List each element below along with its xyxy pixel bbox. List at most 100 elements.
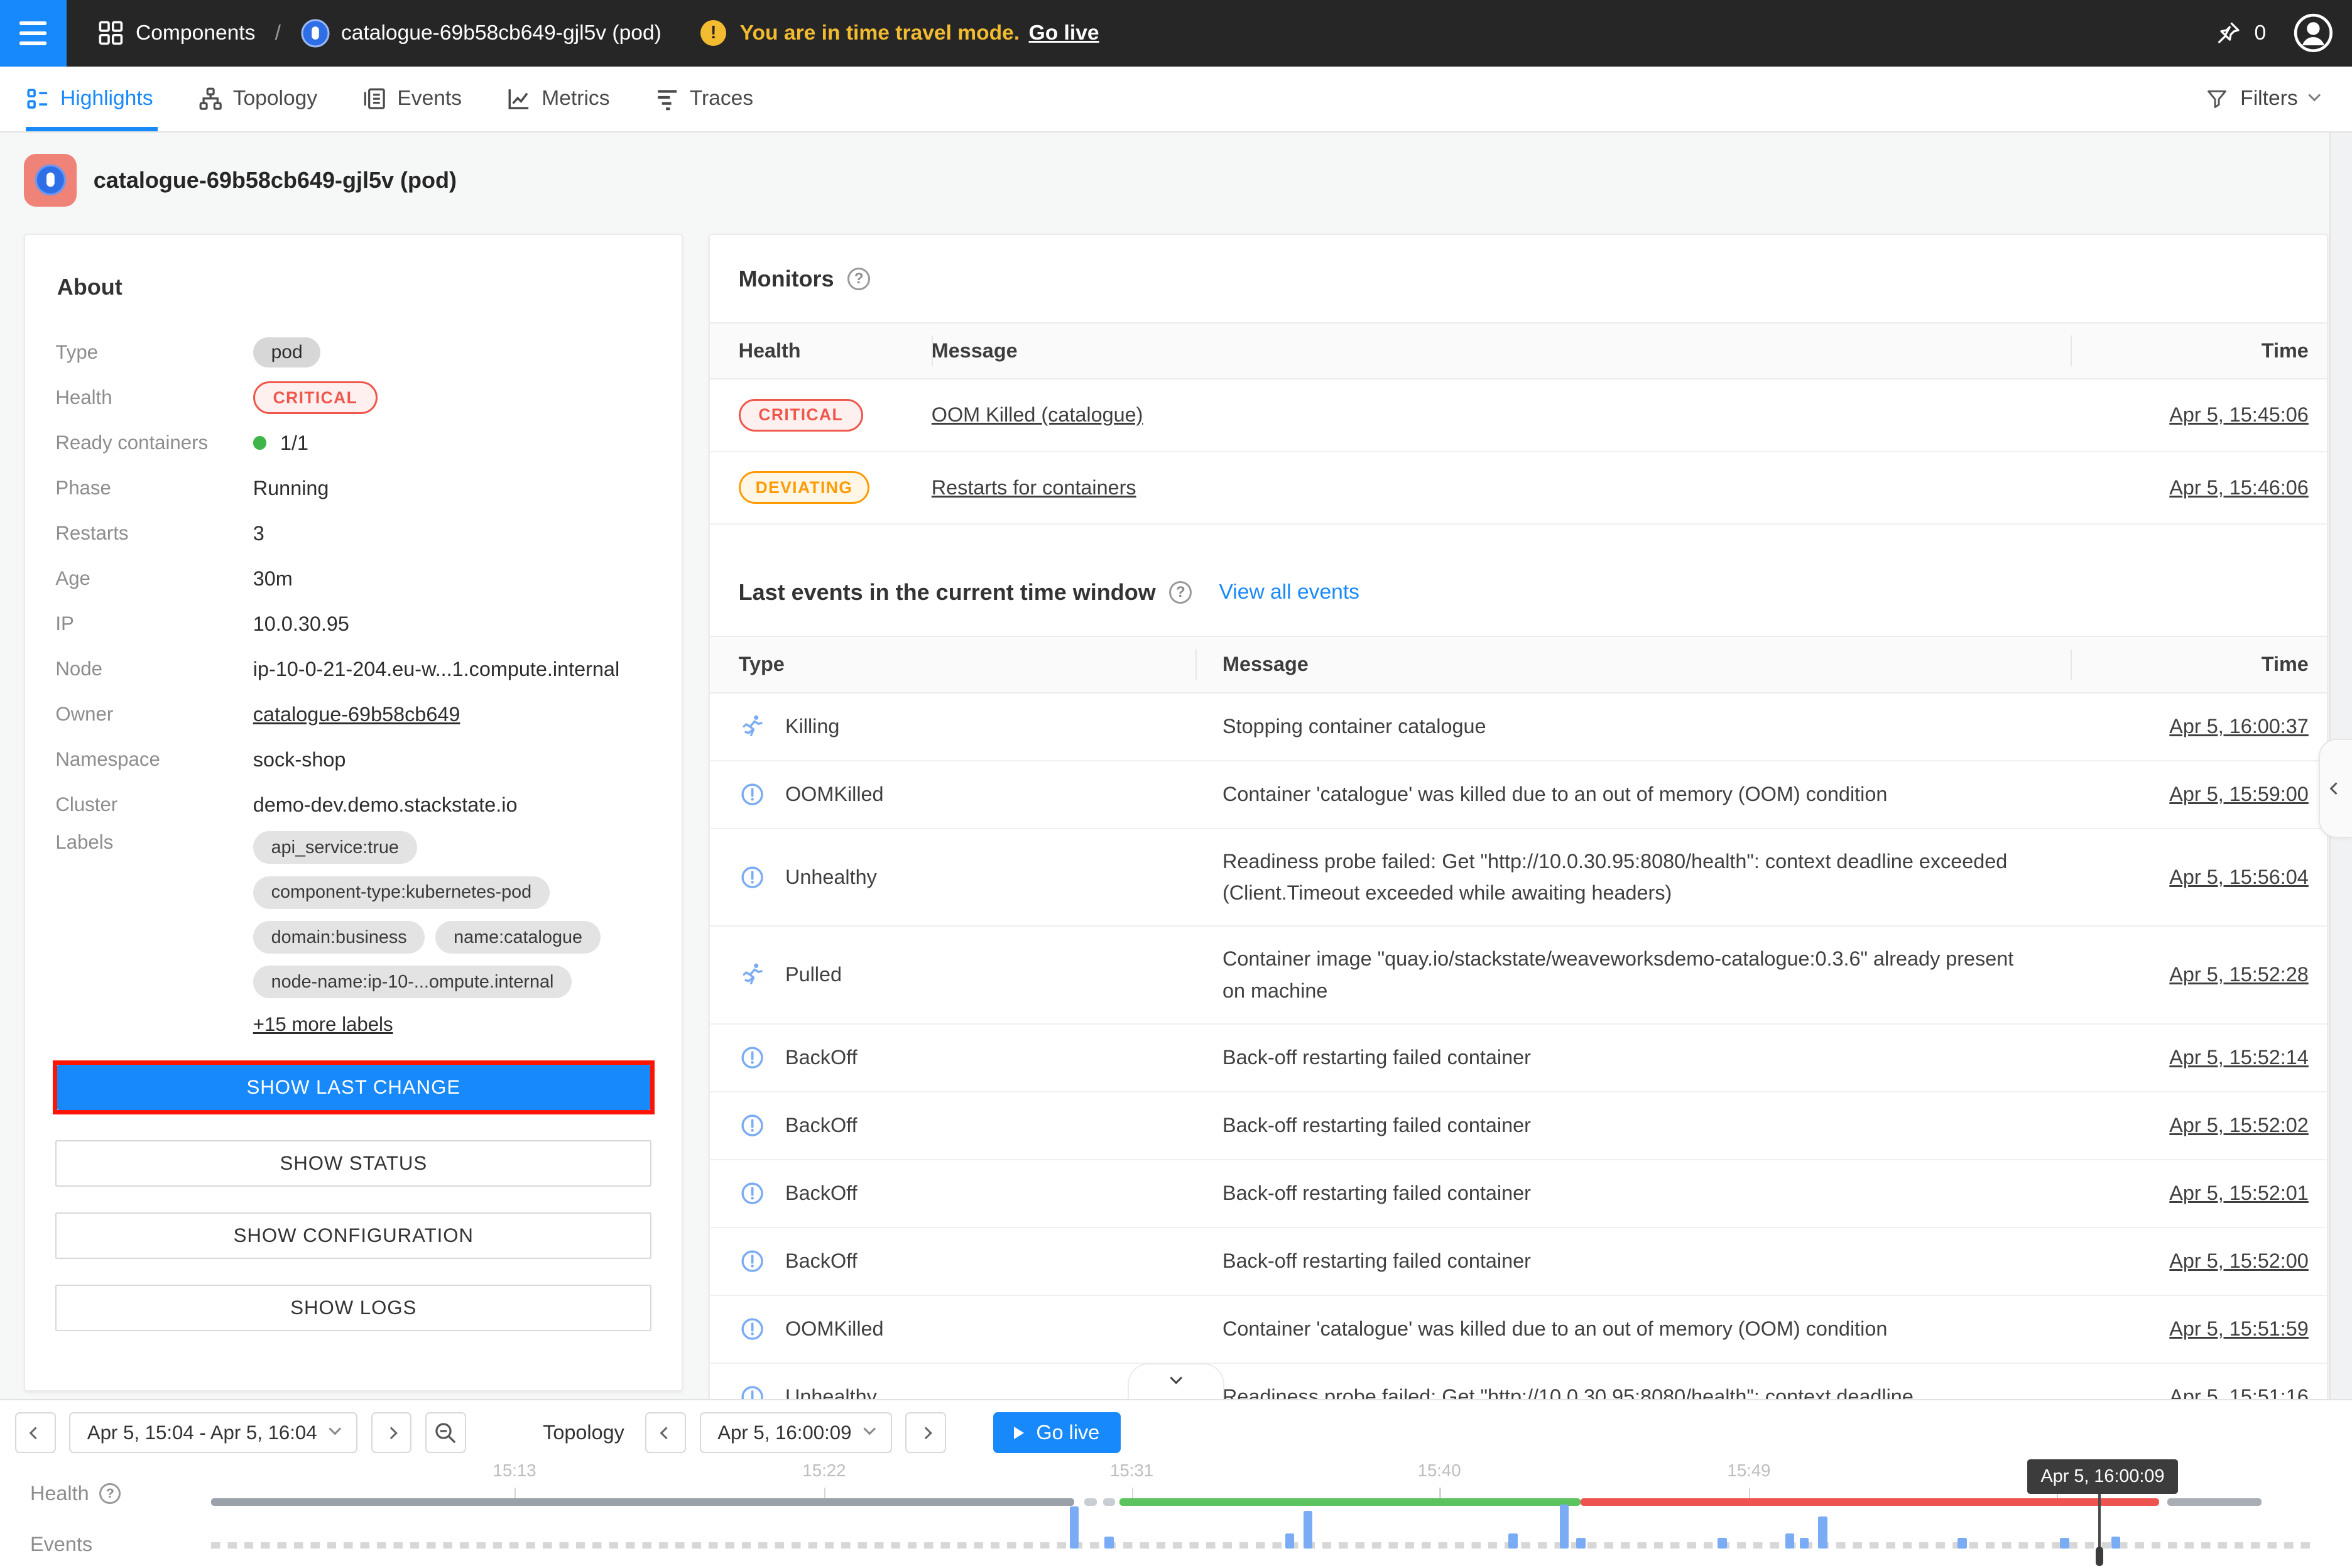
traces-icon [655, 87, 679, 111]
breadcrumb-components[interactable]: Components [136, 21, 255, 45]
label-pill[interactable]: domain:business [253, 921, 425, 954]
topology-label: Topology [543, 1421, 624, 1444]
axis-tick-label: 15:13 [462, 1461, 567, 1481]
collapse-panel-button[interactable] [1128, 1363, 1224, 1400]
pod-type-icon [24, 154, 77, 207]
warning-icon: ! [700, 20, 726, 46]
about-field-label: Age [55, 567, 253, 590]
view-all-events-link[interactable]: View all events [1219, 580, 1359, 604]
monitors-help-icon[interactable]: ? [847, 268, 870, 290]
event-row: BackOffBack-off restarting failed contai… [710, 1160, 2327, 1228]
tab-events[interactable]: Events [340, 67, 484, 132]
event-time-link[interactable]: Apr 5, 15:51:16 [2169, 1385, 2309, 1399]
filters-button[interactable]: Filters [2206, 87, 2352, 111]
pin-icon[interactable] [2214, 19, 2243, 48]
event-time-link[interactable]: Apr 5, 15:52:28 [2169, 963, 2309, 986]
about-field-namespace: Namespacesock-shop [55, 741, 651, 778]
event-type-label: BackOff [785, 1046, 858, 1069]
health-badge-critical: CRITICAL [253, 381, 378, 413]
health-badge-deviating: DEVIATING [739, 471, 870, 503]
zoom-out-button[interactable] [425, 1412, 466, 1453]
tab-label: Metrics [542, 87, 609, 111]
label-pill[interactable]: api_service:true [253, 831, 417, 864]
tab-topology[interactable]: Topology [176, 67, 340, 132]
monitor-message: OOM Killed (catalogue) [932, 403, 2071, 427]
events-help-icon[interactable]: ? [1169, 581, 1192, 604]
label-pill[interactable]: name:catalogue [435, 921, 601, 954]
event-time-link[interactable]: Apr 5, 15:59:00 [2169, 783, 2309, 805]
more-labels-link[interactable]: +15 more labels [253, 1013, 393, 1036]
monitor-time-link[interactable]: Apr 5, 15:45:06 [2169, 403, 2309, 426]
about-field-label: Restarts [55, 522, 253, 545]
monitor-time-link[interactable]: Apr 5, 15:46:06 [2169, 476, 2309, 499]
monitor-message-link[interactable]: Restarts for containers [932, 476, 1136, 499]
events-title: Last events in the current time window [739, 579, 1156, 606]
show-logs-button[interactable]: SHOW LOGS [55, 1285, 651, 1331]
event-time-link[interactable]: Apr 5, 15:51:59 [2169, 1317, 2309, 1340]
event-message: Back-off restarting failed container [1195, 1245, 2071, 1277]
about-field-value: Running [253, 477, 329, 500]
alert-icon [739, 1112, 766, 1139]
monitor-time: Apr 5, 15:46:06 [2071, 476, 2309, 499]
avatar[interactable] [2293, 13, 2334, 53]
about-field-value: demo-dev.demo.stackstate.io [253, 793, 518, 817]
event-type-label: Unhealthy [785, 1385, 877, 1399]
show-last-change-button[interactable]: SHOW LAST CHANGE [57, 1065, 650, 1110]
time-marker-handle[interactable] [2096, 1547, 2103, 1566]
time-prev-button[interactable] [645, 1412, 686, 1453]
range-next-button[interactable] [371, 1412, 412, 1453]
go-live-button[interactable]: Go live [993, 1412, 1121, 1453]
about-field-label: Cluster [55, 793, 253, 816]
health-segment-green [1119, 1498, 1581, 1506]
event-type-label: OOMKilled [785, 1317, 884, 1341]
expand-right-panel-button[interactable] [2319, 739, 2352, 838]
components-grid-icon [98, 20, 124, 46]
tab-metrics[interactable]: Metrics [484, 67, 632, 132]
event-type: BackOff [739, 1112, 1195, 1139]
runner-icon [739, 961, 766, 988]
time-next-button[interactable] [905, 1412, 946, 1453]
event-bar [1070, 1506, 1079, 1549]
event-time-link[interactable]: Apr 5, 15:52:01 [2169, 1182, 2309, 1204]
event-row: PulledContainer image "quay.io/stackstat… [710, 927, 2327, 1025]
event-type: Pulled [739, 961, 1195, 988]
show-status-button[interactable]: SHOW STATUS [55, 1140, 651, 1187]
monitor-message-link[interactable]: OOM Killed (catalogue) [932, 403, 1143, 426]
label-pill[interactable]: component-type:kubernetes-pod [253, 876, 550, 909]
time-range-select[interactable]: Apr 5, 15:04 - Apr 5, 16:04 [69, 1412, 357, 1453]
go-live-link[interactable]: Go live [1029, 21, 1099, 45]
current-time-select[interactable]: Apr 5, 16:00:09 [700, 1412, 892, 1453]
event-time-link[interactable]: Apr 5, 16:00:37 [2169, 715, 2309, 738]
event-time-link[interactable]: Apr 5, 15:56:04 [2169, 866, 2309, 888]
event-message: Container image "quay.io/stackstate/weav… [1195, 943, 2071, 1006]
right-rail [2329, 133, 2352, 1399]
tab-traces[interactable]: Traces [633, 67, 776, 132]
event-time-link[interactable]: Apr 5, 15:52:00 [2169, 1250, 2309, 1272]
health-segment-gray2 [2167, 1498, 2262, 1506]
event-message: Readiness probe failed: Get "http://10.0… [1195, 1381, 2071, 1399]
current-time-value: Apr 5, 16:00:09 [717, 1422, 851, 1444]
alert-icon [739, 1315, 766, 1342]
col-health: Health [739, 324, 932, 378]
about-title: About [57, 274, 651, 300]
event-time-link[interactable]: Apr 5, 15:52:14 [2169, 1046, 2309, 1069]
health-help-icon[interactable]: ? [99, 1483, 121, 1505]
event-message: Back-off restarting failed container [1195, 1109, 2071, 1141]
owner-link[interactable]: catalogue-69b58cb649 [253, 703, 460, 726]
monitor-row: DEVIATING Restarts for containers Apr 5, 1… [710, 452, 2327, 525]
menu-button[interactable] [0, 0, 67, 67]
axis-tick-label: 15:49 [1696, 1461, 1802, 1481]
axis-tick-label: 15:31 [1079, 1461, 1185, 1481]
breadcrumb-separator: / [275, 21, 281, 45]
about-field-cluster: Clusterdemo-dev.demo.stackstate.io [55, 786, 651, 824]
event-type: BackOff [739, 1044, 1195, 1071]
tab-highlights[interactable]: Highlights [26, 67, 176, 132]
tabs: HighlightsTopologyEvents Metrics Traces [0, 67, 776, 132]
range-prev-button[interactable] [15, 1412, 56, 1453]
event-time-link[interactable]: Apr 5, 15:52:02 [2169, 1114, 2309, 1136]
show-configuration-button[interactable]: SHOW CONFIGURATION [55, 1212, 651, 1259]
label-pill[interactable]: node-name:ip-10-...ompute.internal [253, 966, 572, 998]
events-rows: KillingStopping container catalogueApr 5… [710, 694, 2327, 1400]
event-time: Apr 5, 15:52:00 [2071, 1250, 2309, 1273]
event-row: OOMKilledContainer 'catalogue' was kille… [710, 1296, 2327, 1364]
